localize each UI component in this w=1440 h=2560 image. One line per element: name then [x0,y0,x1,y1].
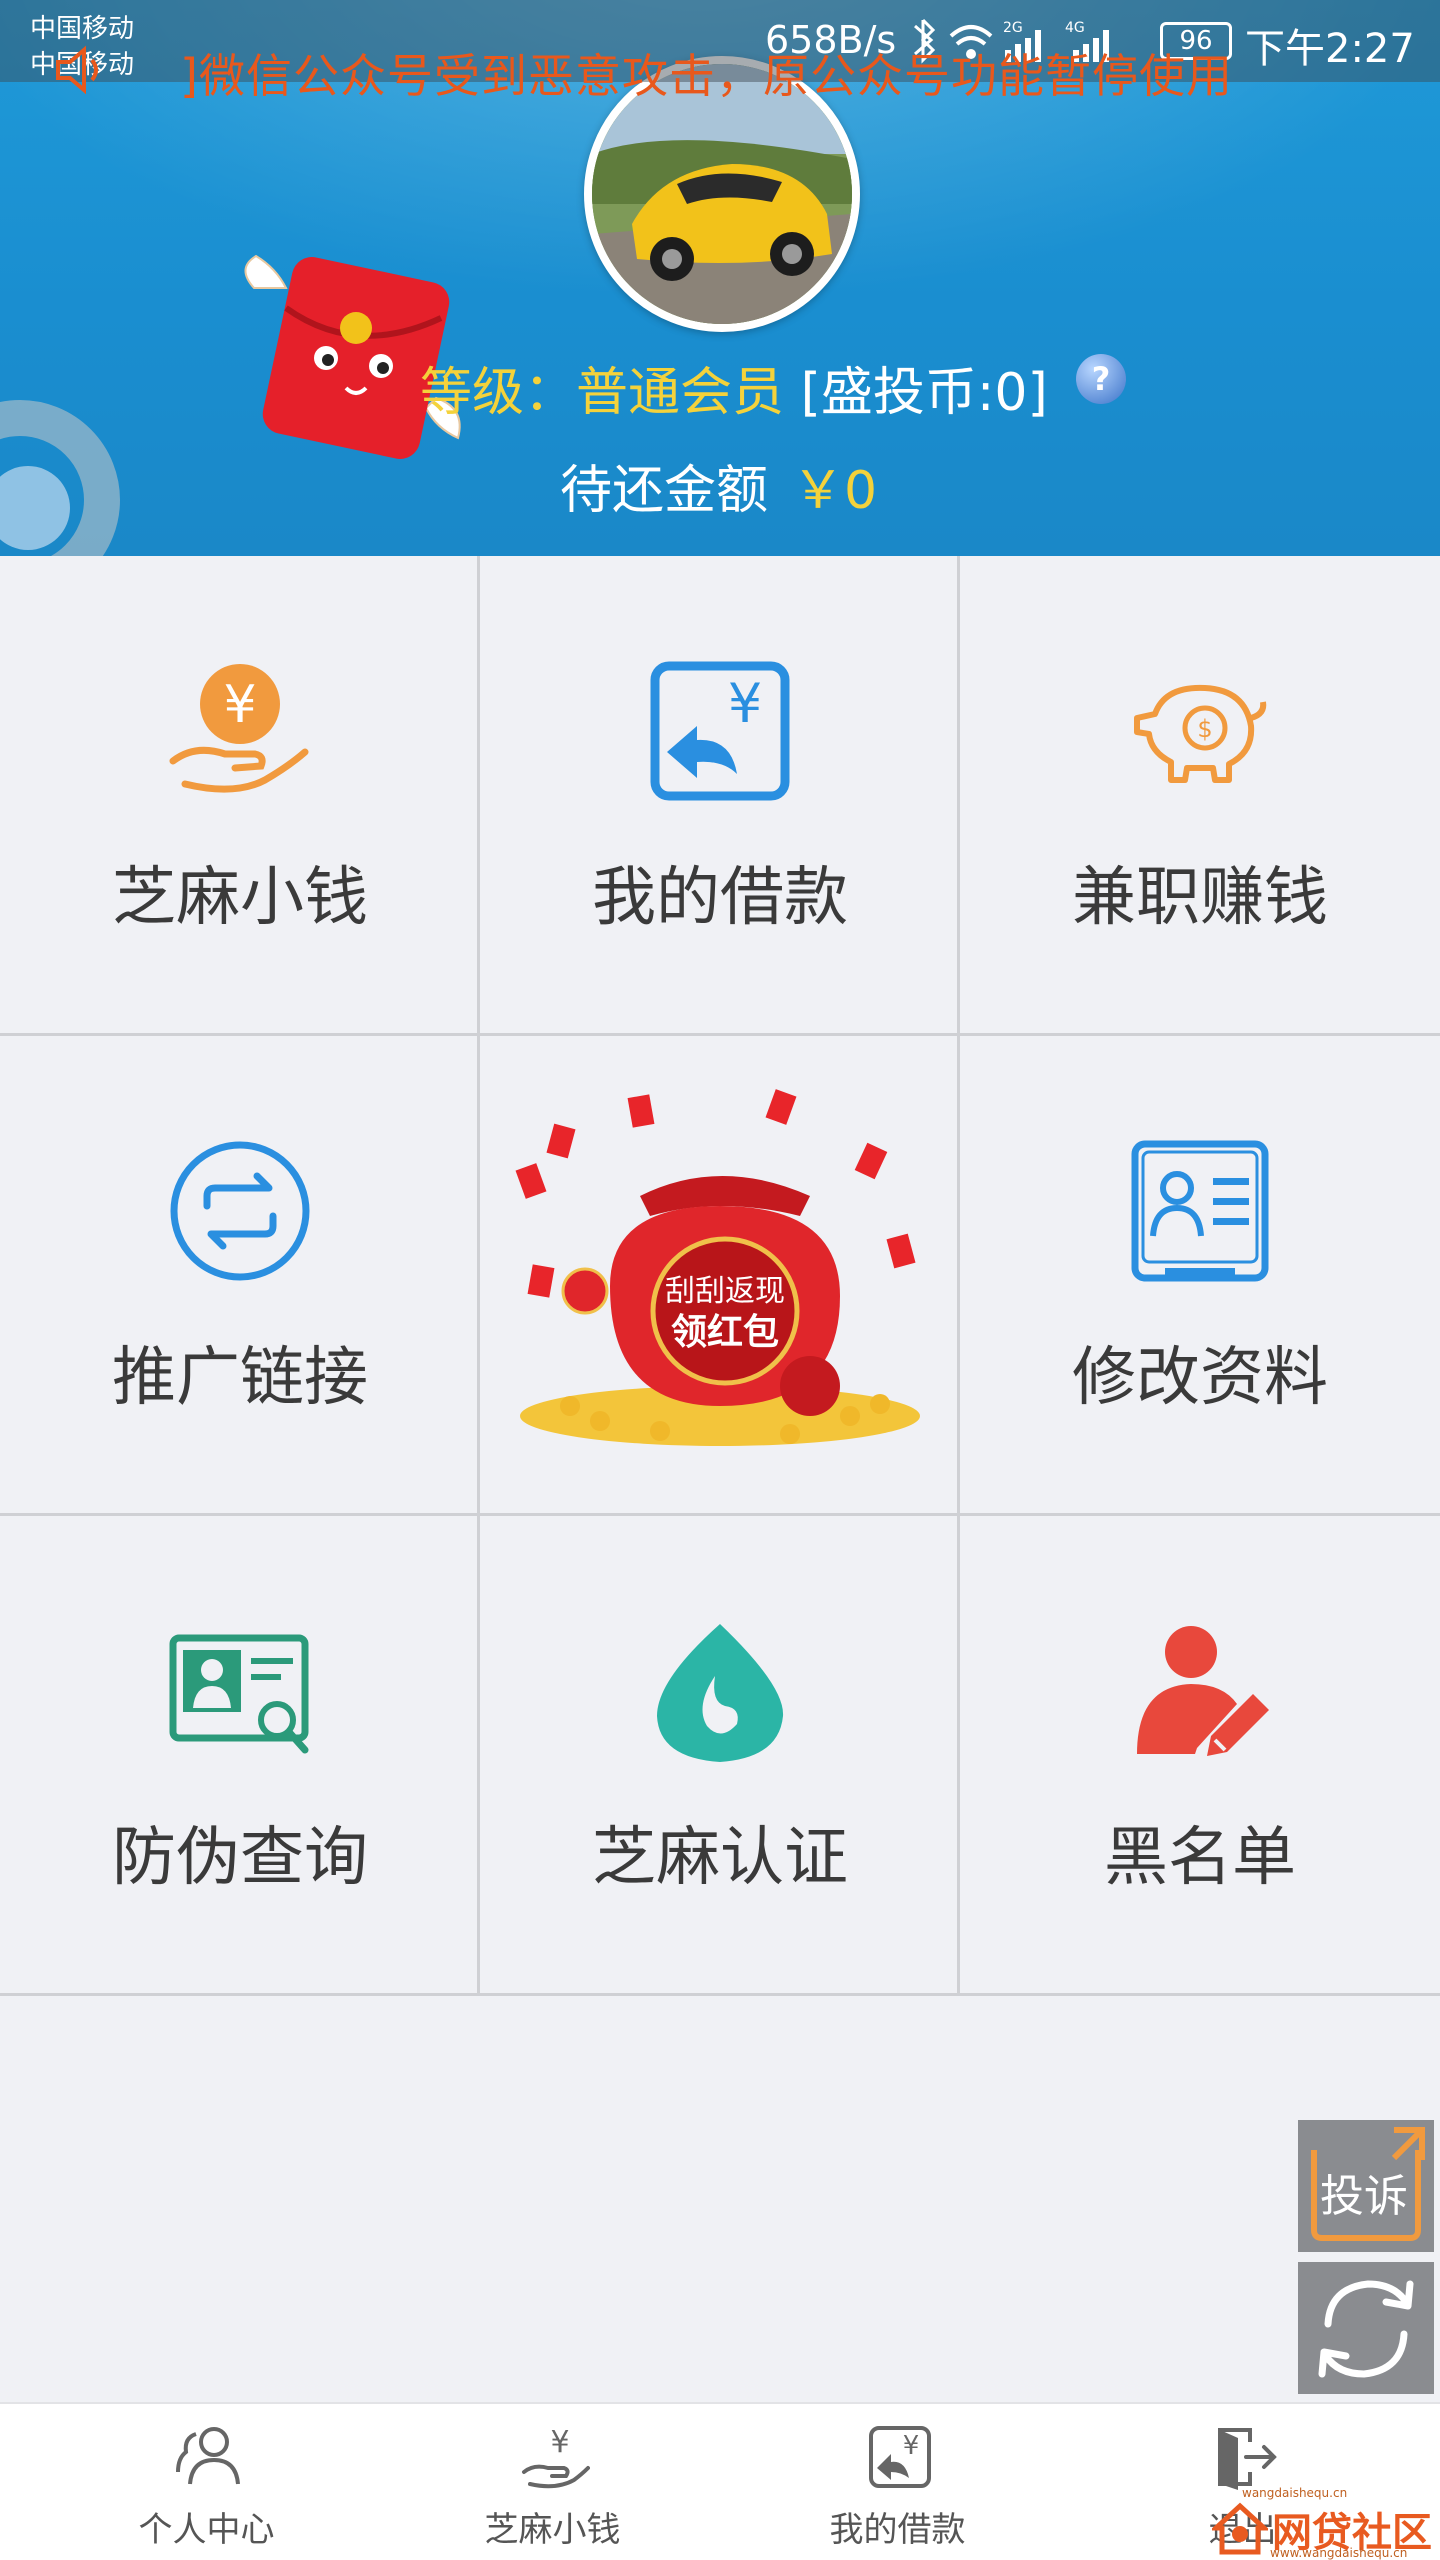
feature-grid: ¥ 芝麻小钱 ¥ 我的借款 $ 兼职赚钱 推广链接 刮刮返现 领红包 修改资料 … [0,556,1440,1996]
watermark-sub: www.wangdaishequ.cn [1270,2546,1408,2560]
promo-text-1: 刮刮返现 [665,1274,785,1309]
amount-due-value: ￥0 [792,461,878,521]
notice-marquee[interactable]: ]微信公众号受到恶意攻击，原公众号功能暂停使用 [52,40,1440,100]
logout-icon [1218,2428,1277,2490]
member-level-line: 等级：普通会员 [盛投币:0] [420,350,1048,423]
svg-text:¥: ¥ [903,2431,920,2461]
grid-item-label: 黑名单 [1104,1821,1296,1895]
share-arrows-icon [170,1141,310,1281]
hand-coin-icon: ¥ [522,2425,590,2489]
grid-item-label: 兼职赚钱 [1072,861,1328,935]
grid-item-red-envelope-promo[interactable]: 刮刮返现 领红包 [480,1036,960,1516]
grid-item-zhima-small-money[interactable]: ¥ 芝麻小钱 [0,556,480,1036]
grid-item-anti-fake-query[interactable]: 防伪查询 [0,1516,480,1996]
grid-item-label: 防伪查询 [112,1821,368,1895]
level-value: 普通会员 [576,363,785,423]
svg-text:$: $ [1197,715,1212,743]
loan-return-icon: ¥ [650,661,790,801]
grid-item-my-loans[interactable]: ¥ 我的借款 [480,556,960,1036]
nav-personal-center[interactable]: 个人中心 [34,2404,379,2560]
watermark-top: wangdaishequ.cn [1242,2486,1348,2500]
grid-item-edit-profile[interactable]: 修改资料 [960,1036,1440,1516]
help-icon[interactable]: ? [1076,354,1126,404]
notice-text: ]微信公众号受到恶意攻击，原公众号功能暂停使用 [180,49,1233,100]
grid-item-promo-link[interactable]: 推广链接 [0,1036,480,1516]
grid-item-label: 芝麻认证 [592,1821,848,1895]
refresh-button[interactable] [1298,2262,1434,2394]
site-watermark: wangdaishequ.cn 网贷社区 www.wangdaishequ.cn [1212,2486,1440,2560]
refresh-icon [1318,2280,1414,2378]
svg-text:¥: ¥ [728,672,762,735]
handle-dot [0,466,70,550]
svg-text:4G: 4G [1065,20,1085,36]
nav-label: 芝麻小钱 [484,2510,621,2550]
nav-my-loans[interactable]: ¥ 我的借款 [725,2404,1070,2560]
grid-item-label: 修改资料 [1072,1341,1328,1415]
car-avatar-image [592,64,852,324]
grid-item-blacklist[interactable]: 黑名单 [960,1516,1440,1996]
loan-return-icon: ¥ [869,2426,931,2488]
nav-zhima-small-money[interactable]: ¥ 芝麻小钱 [380,2404,725,2560]
grid-item-zhima-auth[interactable]: 芝麻认证 [480,1516,960,1996]
user-group-icon [176,2427,240,2485]
complain-button[interactable]: 投诉 [1298,2120,1434,2252]
piggy-bank-icon: $ [1134,684,1267,783]
grid-item-label: 芝麻小钱 [112,861,368,935]
profile-card-icon [1131,1140,1269,1282]
floating-circle-handle[interactable] [0,400,120,556]
complain-label: 投诉 [1320,2171,1408,2222]
grid-item-label: 我的借款 [592,861,848,935]
svg-text:2G: 2G [1003,20,1023,36]
drop-icon [657,1624,784,1762]
nav-label: 我的借款 [829,2510,966,2550]
promo-text-2: 领红包 [671,1312,779,1353]
svg-text:¥: ¥ [550,2425,569,2460]
svg-text:¥: ¥ [223,675,256,735]
coins-balance: [盛投币:0] [800,363,1048,423]
amount-due-line: 待还金额 ￥0 [560,448,877,523]
user-edit-icon [1137,1626,1269,1756]
speaker-icon [56,45,98,95]
nav-label: 个人中心 [138,2510,275,2550]
red-envelope-bag-image: 刮刮返现 领红包 [515,1089,920,1446]
level-label: 等级： [420,363,577,423]
grid-item-part-time[interactable]: $ 兼职赚钱 [960,556,1440,1036]
grid-item-label: 推广链接 [112,1341,368,1415]
id-search-icon [169,1634,309,1754]
house-logo-icon [1212,2502,1268,2555]
amount-due-label: 待还金额 [560,461,769,521]
hand-coin-icon: ¥ [169,664,309,793]
